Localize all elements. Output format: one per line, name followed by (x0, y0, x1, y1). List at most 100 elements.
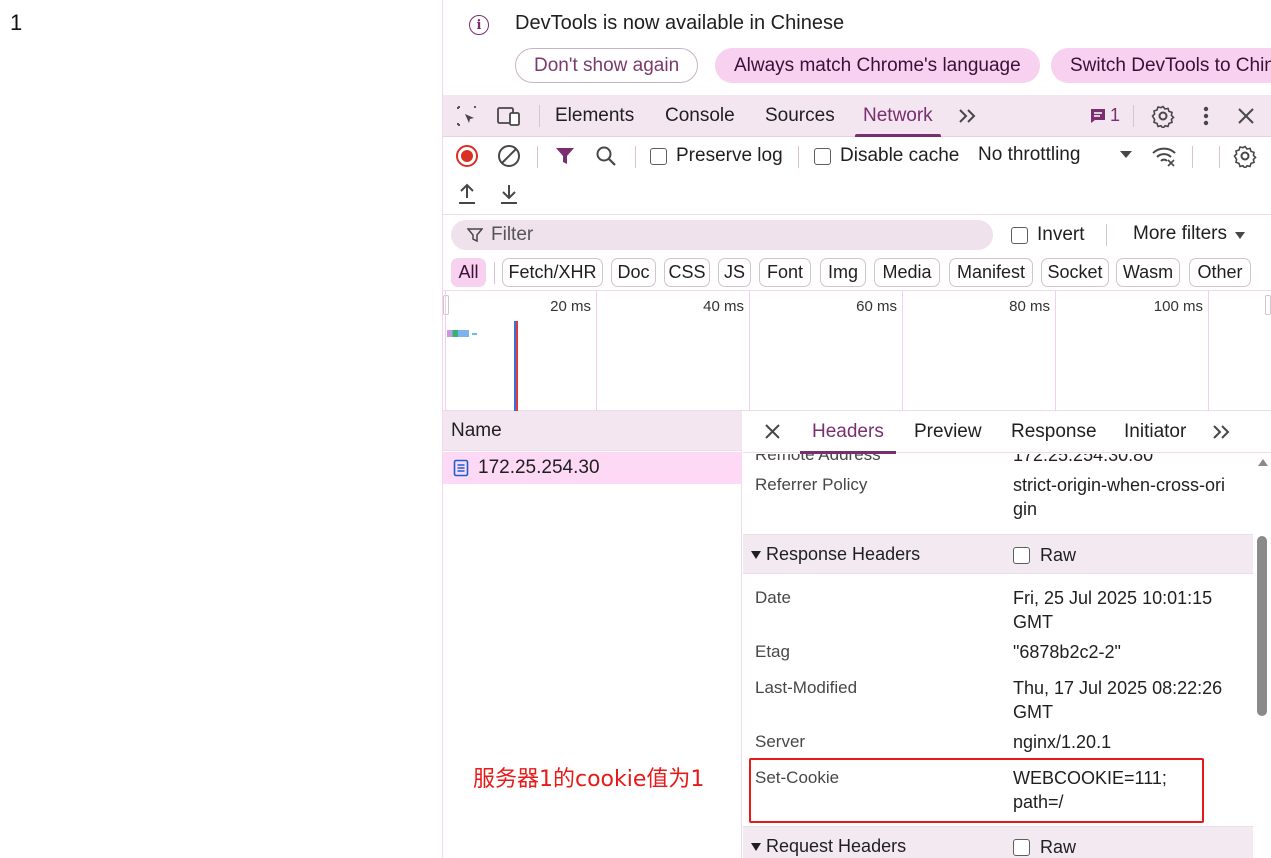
network-overview-timeline: 20 ms 40 ms 60 ms 80 ms 100 ms (443, 291, 1271, 411)
expand-triangle-icon (751, 842, 761, 851)
filter-input[interactable]: Filter (451, 220, 993, 250)
disable-cache-checkbox[interactable]: Disable cache (814, 145, 959, 167)
header-key: Remote Address (755, 454, 881, 464)
overview-tick-label: 100 ms (1153, 298, 1203, 315)
response-raw-checkbox[interactable]: Raw (1013, 545, 1076, 566)
more-options-icon[interactable] (1193, 103, 1219, 129)
type-filter-js[interactable]: JS (718, 258, 751, 287)
clear-log-icon[interactable] (496, 143, 522, 169)
request-headers-title: Request Headers (766, 836, 907, 856)
disable-cache-box[interactable] (814, 147, 831, 165)
overview-request-tail (472, 333, 477, 335)
info-icon: i (469, 15, 489, 35)
tab-network[interactable]: Network (855, 95, 941, 137)
dont-show-again-button[interactable]: Don't show again (515, 48, 699, 83)
invert-box[interactable] (1011, 226, 1028, 244)
request-headers-toggle[interactable]: Request Headers (751, 836, 906, 857)
preserve-log-box[interactable] (650, 147, 667, 165)
table-row[interactable]: 172.25.254.30 (443, 452, 742, 484)
overview-gridline (1208, 291, 1209, 411)
header-value: Fri, 25 Jul 2025 10:01:15 GMT (1013, 588, 1213, 632)
network-settings-gear-icon[interactable] (1232, 143, 1258, 169)
close-devtools-icon[interactable] (1233, 103, 1259, 129)
tab-preview[interactable]: Preview (914, 411, 982, 453)
close-details-icon[interactable] (764, 423, 781, 445)
tab-elements[interactable]: Elements (555, 95, 634, 136)
request-raw-checkbox[interactable]: Raw (1013, 837, 1076, 858)
device-toolbar-icon[interactable] (496, 103, 522, 129)
filter-row: Filter Invert More filters (443, 215, 1271, 255)
type-filter-fetch-xhr[interactable]: Fetch/XHR (502, 258, 603, 287)
switch-language-button[interactable]: Switch DevTools to Chin (1051, 48, 1271, 83)
scroll-up-arrow-icon[interactable] (1258, 459, 1268, 466)
request-raw-box[interactable] (1013, 839, 1030, 856)
resource-type-filters: All Fetch/XHR Doc CSS JS Font Img Media Manifest… (443, 255, 1271, 291)
request-headers-section[interactable]: Request Headers Raw (743, 826, 1253, 858)
toolbar-separator (494, 262, 495, 284)
tab-headers[interactable]: Headers (800, 411, 896, 454)
import-har-upload-icon[interactable] (454, 181, 480, 207)
overview-gridline (902, 291, 903, 411)
response-headers-toggle[interactable]: Response Headers (751, 544, 920, 565)
issue-message-icon (1091, 108, 1105, 123)
tab-initiator[interactable]: Initiator (1124, 411, 1186, 453)
type-filter-media[interactable]: Media (874, 258, 940, 287)
toolbar-separator (1192, 146, 1193, 168)
type-filter-css[interactable]: CSS (664, 258, 710, 287)
preserve-log-checkbox[interactable]: Preserve log (650, 145, 783, 167)
more-filters-label: More filters (1133, 223, 1227, 244)
response-headers-title: Response Headers (766, 544, 921, 564)
overview-tick-label: 60 ms (856, 298, 897, 315)
network-conditions-wifi-icon[interactable] (1151, 143, 1177, 169)
overview-gridline (1055, 291, 1056, 411)
more-tabs-chevron-icon[interactable] (955, 103, 981, 129)
overview-tick-label: 80 ms (1009, 298, 1050, 315)
overview-right-handle[interactable] (1265, 295, 1271, 315)
throttling-dropdown-icon[interactable] (1120, 151, 1132, 158)
overview-gridline (749, 291, 750, 411)
details-tab-bar: Headers Preview Response Initiator (743, 411, 1271, 454)
more-detail-tabs-chevron-icon[interactable] (1211, 423, 1233, 446)
type-filter-manifest[interactable]: Manifest (949, 258, 1033, 287)
type-filter-socket[interactable]: Socket (1041, 258, 1109, 287)
export-har-download-icon[interactable] (496, 181, 522, 207)
type-filter-all[interactable]: All (451, 258, 486, 287)
annotation-highlight-box (749, 758, 1204, 823)
type-filter-wasm[interactable]: Wasm (1116, 258, 1180, 287)
search-icon[interactable] (593, 143, 619, 169)
page-content-text: 1 (10, 10, 23, 35)
load-event-line (516, 321, 518, 411)
overview-left-handle[interactable] (443, 295, 449, 315)
invert-checkbox[interactable]: Invert (1011, 224, 1085, 246)
header-key: Server (755, 732, 806, 751)
request-name: 172.25.254.30 (478, 457, 600, 478)
response-raw-box[interactable] (1013, 547, 1030, 564)
match-language-button[interactable]: Always match Chrome's language (715, 48, 1040, 83)
type-filter-doc[interactable]: Doc (611, 258, 656, 287)
toolbar-separator (798, 146, 799, 168)
name-column-header[interactable]: Name (443, 411, 742, 451)
response-headers-section[interactable]: Response Headers Raw (743, 534, 1253, 574)
issues-badge[interactable]: 1 (1089, 105, 1120, 126)
type-filter-other[interactable]: Other (1189, 258, 1251, 287)
settings-gear-icon[interactable] (1150, 103, 1176, 129)
scrollbar-thumb[interactable] (1257, 536, 1267, 716)
inspect-element-icon[interactable] (454, 103, 480, 129)
tab-sources[interactable]: Sources (765, 95, 835, 136)
more-filters-dropdown[interactable]: More filters (1133, 223, 1245, 245)
tab-console[interactable]: Console (665, 95, 735, 136)
throttling-select[interactable]: No throttling (978, 144, 1080, 166)
toolbar-separator (1219, 146, 1220, 168)
overview-tick-label: 20 ms (550, 298, 591, 315)
response-raw-label: Raw (1040, 545, 1077, 565)
issues-count: 1 (1110, 105, 1121, 125)
type-filter-font[interactable]: Font (759, 258, 811, 287)
stop-recording-icon[interactable] (454, 143, 480, 169)
details-scrollbar[interactable] (1255, 454, 1269, 858)
devtools-panel: i DevTools is now available in Chinese D… (443, 0, 1271, 858)
language-infobar: i DevTools is now available in Chinese D… (443, 0, 1271, 95)
type-filter-img[interactable]: Img (820, 258, 866, 287)
filter-funnel-icon[interactable] (552, 143, 578, 169)
header-value: "6878b2c2-2" (1013, 642, 1121, 662)
tab-response[interactable]: Response (1011, 411, 1097, 453)
